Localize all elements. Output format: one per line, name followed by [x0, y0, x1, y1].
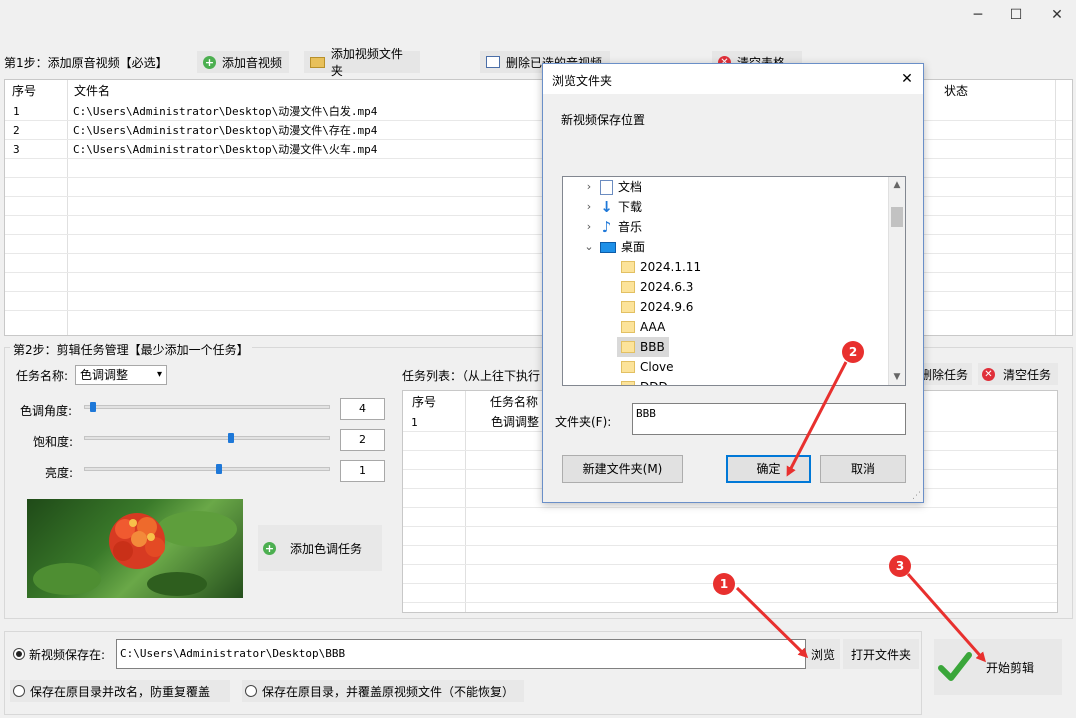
annotation-arrows: [735, 361, 986, 663]
annotation-badge-2: 2: [842, 341, 864, 363]
arrow-to-ok: [786, 361, 848, 477]
annotation-badge-1: 1: [713, 573, 735, 595]
arrow-to-start: [906, 573, 986, 663]
annotation-badge-3: 3: [889, 555, 911, 577]
arrow-to-browse: [735, 586, 809, 659]
